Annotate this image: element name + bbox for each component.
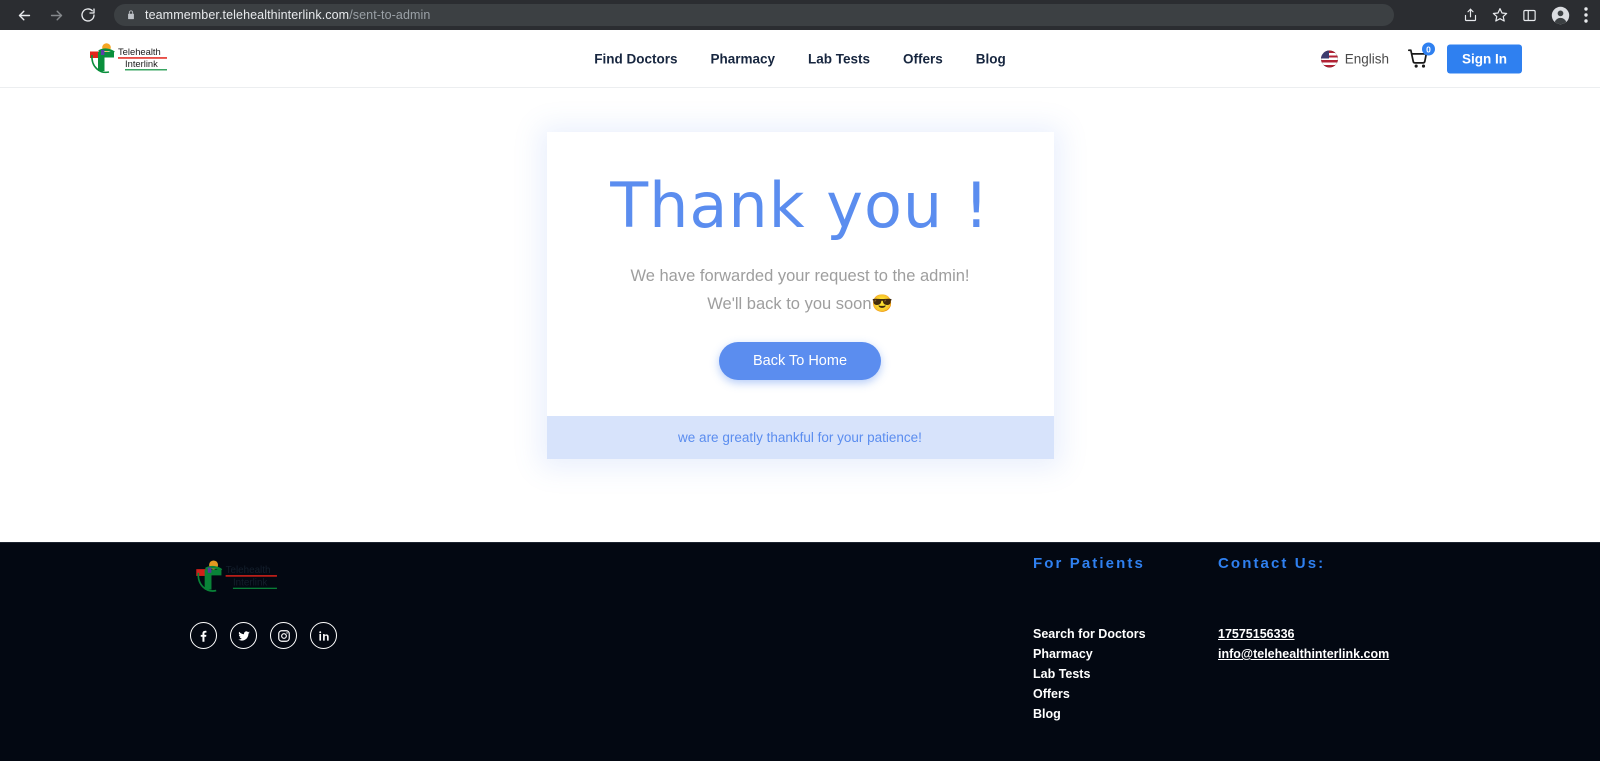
side-panel-icon[interactable]: [1522, 8, 1537, 23]
nav-item-blog[interactable]: Blog: [976, 51, 1006, 66]
language-selector[interactable]: English: [1320, 50, 1389, 67]
twitter-icon: [237, 630, 250, 641]
bookmark-star-icon[interactable]: [1492, 7, 1508, 23]
footer-links-patients: Search for Doctors Pharmacy Lab Tests Of…: [1033, 627, 1146, 721]
footer-link-search-for-doctors[interactable]: Search for Doctors: [1033, 627, 1146, 641]
language-label: English: [1344, 51, 1389, 66]
footer-link-offers[interactable]: Offers: [1033, 687, 1146, 701]
back-arrow-icon[interactable]: [10, 1, 38, 29]
browser-nav-buttons: [10, 1, 102, 29]
footer-link-pharmacy[interactable]: Pharmacy: [1033, 647, 1146, 661]
browser-action-icons: [1463, 6, 1590, 25]
nav-item-find-doctors[interactable]: Find Doctors: [594, 51, 677, 66]
linkedin-link[interactable]: [310, 622, 337, 649]
confirmation-message-line2: We'll back to you soon: [707, 294, 872, 313]
sunglasses-emoji-icon: 😎: [871, 293, 893, 313]
footer-heading-contact-us: Contact Us:: [1218, 555, 1326, 572]
svg-text:Interlink: Interlink: [233, 577, 267, 588]
browser-toolbar: teammember.telehealthinterlink.com/sent-…: [0, 0, 1600, 30]
facebook-icon: [200, 630, 207, 642]
footer-link-phone[interactable]: 17575156336: [1218, 627, 1389, 641]
url-text: teammember.telehealthinterlink.com/sent-…: [145, 8, 430, 22]
footer-column-patients: For Patients Search for Doctors Pharmacy…: [1033, 555, 1146, 721]
footer-link-email[interactable]: info@telehealthinterlink.com: [1218, 647, 1389, 661]
svg-text:Telehealth: Telehealth: [118, 46, 161, 57]
linkedin-icon: [318, 630, 329, 641]
facebook-link[interactable]: [190, 622, 217, 649]
footer-brand: Telehealth Interlink: [190, 557, 337, 649]
footer-column-contact: Contact Us: 17575156336 info@telehealthi…: [1218, 555, 1389, 661]
footer-links-contact: 17575156336 info@telehealthinterlink.com: [1218, 627, 1389, 661]
forward-arrow-icon[interactable]: [42, 1, 70, 29]
instagram-link[interactable]: [270, 622, 297, 649]
footer-link-lab-tests[interactable]: Lab Tests: [1033, 667, 1146, 681]
svg-text:Interlink: Interlink: [125, 58, 158, 69]
reload-icon[interactable]: [74, 1, 102, 29]
thank-you-card: Thank you ! We have forwarded your reque…: [546, 132, 1054, 460]
telehealth-interlink-logo: Telehealth Interlink: [196, 560, 277, 592]
site-logo[interactable]: Telehealth Interlink: [84, 40, 168, 78]
us-flag-icon: [1320, 50, 1338, 67]
cart-button[interactable]: 0: [1407, 42, 1435, 70]
sign-in-button[interactable]: Sign In: [1447, 44, 1522, 73]
confirmation-message-line1: We have forwarded your request to the ad…: [630, 267, 970, 286]
share-icon[interactable]: [1463, 8, 1478, 23]
telehealth-interlink-logo: Telehealth Interlink: [90, 42, 167, 73]
profile-avatar-icon[interactable]: [1551, 6, 1570, 25]
card-footnote: we are greatly thankful for your patienc…: [546, 416, 1054, 460]
confirmation-message: We have forwarded your request to the ad…: [577, 263, 1024, 317]
svg-text:Telehealth: Telehealth: [226, 565, 271, 576]
three-dot-menu-icon[interactable]: [1584, 7, 1588, 23]
lock-icon: [126, 9, 136, 21]
address-bar[interactable]: teammember.telehealthinterlink.com/sent-…: [114, 4, 1394, 26]
thank-you-card-body: Thank you ! We have forwarded your reque…: [546, 132, 1054, 417]
instagram-icon: [277, 629, 290, 642]
main-navigation: Find Doctors Pharmacy Lab Tests Offers B…: [594, 51, 1006, 66]
social-links: [190, 622, 337, 649]
main-content: Thank you ! We have forwarded your reque…: [0, 88, 1600, 542]
nav-item-offers[interactable]: Offers: [903, 51, 943, 66]
header-right-actions: English 0 Sign In: [1320, 42, 1522, 73]
site-footer: Telehealth Interlink For Patients Search…: [0, 542, 1600, 761]
nav-item-lab-tests[interactable]: Lab Tests: [808, 51, 870, 66]
footer-link-blog[interactable]: Blog: [1033, 707, 1146, 721]
twitter-link[interactable]: [230, 622, 257, 649]
url-domain: teammember.telehealthinterlink.com: [145, 8, 350, 22]
site-header: Telehealth Interlink Find Doctors Pharma…: [0, 30, 1600, 88]
cart-count-badge: 0: [1422, 42, 1435, 56]
footer-heading-for-patients: For Patients: [1033, 555, 1145, 572]
url-path: /sent-to-admin: [349, 8, 431, 22]
nav-item-pharmacy[interactable]: Pharmacy: [710, 51, 775, 66]
page-title: Thank you !: [610, 169, 990, 242]
back-to-home-button[interactable]: Back To Home: [718, 342, 882, 381]
